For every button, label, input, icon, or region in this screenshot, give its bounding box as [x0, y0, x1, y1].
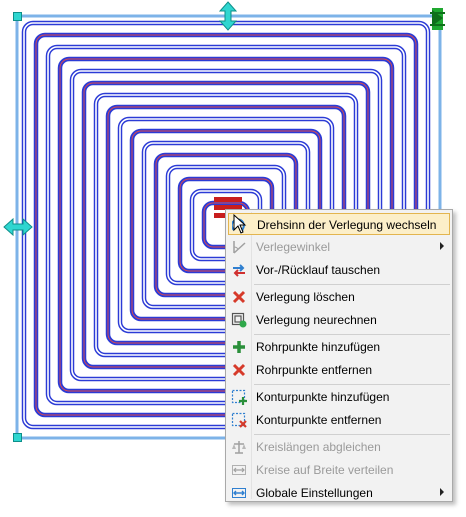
- manifold-connector-icon[interactable]: [430, 8, 445, 30]
- menu-item-label: Kreislängen abgleichen: [256, 440, 381, 454]
- menu-item-label: Drehsinn der Verlegung wechseln: [257, 218, 437, 232]
- menu-item-label: Globale Einstellungen: [256, 486, 373, 500]
- menu-item-remove-pipe-points[interactable]: Rohrpunkte entfernen: [228, 359, 450, 381]
- corner-handle-bottom-left[interactable]: [13, 433, 22, 442]
- remove-contour-point-icon: [231, 412, 247, 428]
- mouse-cursor-icon: [233, 214, 247, 234]
- menu-separator: [254, 334, 450, 335]
- menu-item-add-contour-points[interactable]: Konturpunkte hinzufügen: [228, 386, 450, 408]
- remove-point-icon: [231, 362, 247, 378]
- menu-item-global-settings[interactable]: Globale Einstellungen: [228, 482, 450, 504]
- menu-item-label: Rohrpunkte hinzufügen: [256, 340, 381, 354]
- menu-item-label: Verlegewinkel: [256, 240, 331, 254]
- menu-item-distribute-circuits-width[interactable]: Kreise auf Breite verteilen: [228, 459, 450, 481]
- corner-handle-top-left[interactable]: [13, 12, 22, 21]
- menu-item-laying-angle[interactable]: Verlegewinkel: [228, 236, 450, 258]
- menu-item-recalculate-laying[interactable]: Verlegung neurechnen: [228, 309, 450, 331]
- menu-item-delete-laying[interactable]: Verlegung löschen: [228, 286, 450, 308]
- add-contour-point-icon: [231, 389, 247, 405]
- global-settings-icon: [231, 485, 247, 501]
- menu-item-add-pipe-points[interactable]: Rohrpunkte hinzufügen: [228, 336, 450, 358]
- menu-item-change-rotation[interactable]: Drehsinn der Verlegung wechseln: [228, 213, 450, 235]
- menu-item-remove-contour-points[interactable]: Konturpunkte entfernen: [228, 409, 450, 431]
- add-point-icon: [231, 339, 247, 355]
- context-menu[interactable]: Drehsinn der Verlegung wechseln Verlegew…: [225, 209, 453, 502]
- menu-separator: [254, 434, 450, 435]
- menu-item-label: Konturpunkte entfernen: [256, 413, 382, 427]
- angle-icon: [231, 239, 247, 255]
- recalculate-icon: [231, 312, 247, 328]
- distribute-width-icon: [231, 462, 247, 478]
- menu-separator: [254, 284, 450, 285]
- balance-icon: [231, 439, 247, 455]
- menu-item-label: Vor-/Rücklauf tauschen: [256, 263, 381, 277]
- menu-item-balance-circuit-lengths[interactable]: Kreislängen abgleichen: [228, 436, 450, 458]
- menu-item-label: Verlegung löschen: [256, 290, 355, 304]
- submenu-arrow-icon: [440, 242, 444, 250]
- delete-icon: [231, 289, 247, 305]
- menu-item-label: Konturpunkte hinzufügen: [256, 390, 390, 404]
- menu-item-label: Rohrpunkte entfernen: [256, 363, 373, 377]
- swap-flow-icon: [231, 262, 247, 278]
- menu-item-label: Verlegung neurechnen: [256, 313, 377, 327]
- submenu-arrow-icon: [440, 488, 444, 496]
- menu-item-label: Kreise auf Breite verteilen: [256, 463, 394, 477]
- menu-item-swap-flow[interactable]: Vor-/Rücklauf tauschen: [228, 259, 450, 281]
- menu-separator: [254, 384, 450, 385]
